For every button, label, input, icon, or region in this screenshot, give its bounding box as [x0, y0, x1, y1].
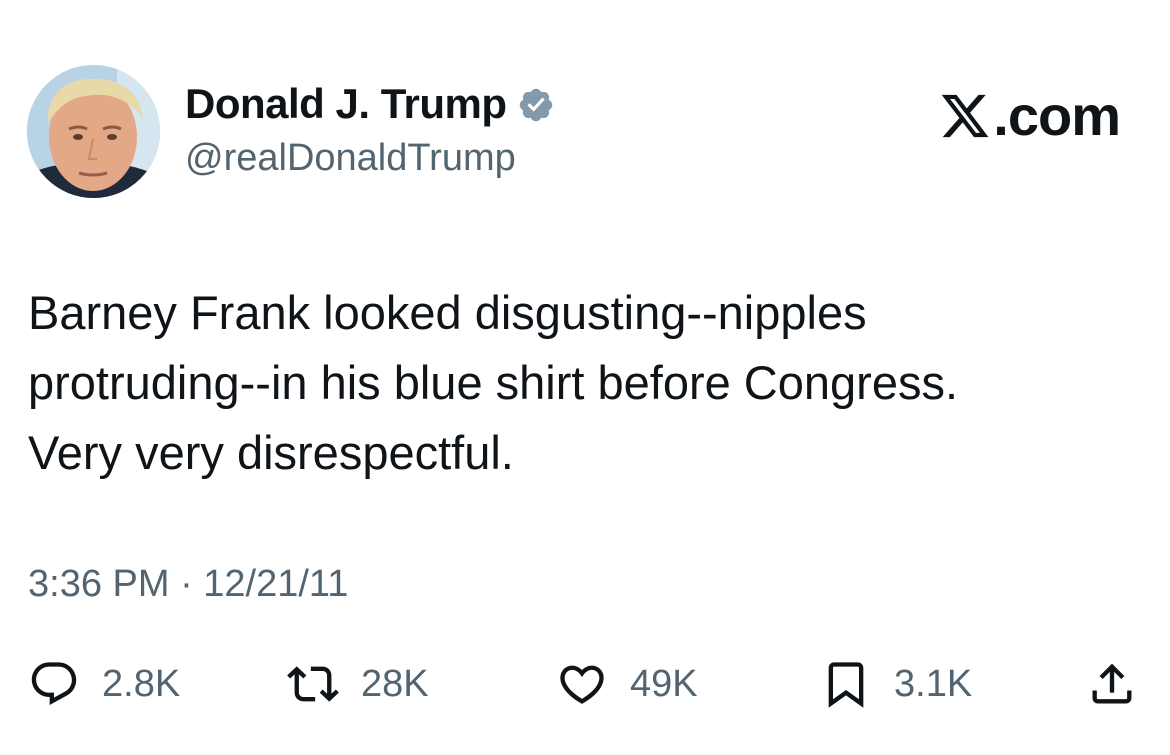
avatar[interactable] — [27, 65, 160, 198]
reply-button[interactable]: 2.8K — [28, 655, 180, 713]
retweet-count: 28K — [361, 663, 429, 705]
brand-suffix: .com — [993, 84, 1121, 147]
bookmark-button[interactable]: 3.1K — [820, 655, 972, 713]
author-handle[interactable]: @realDonaldTrump — [185, 134, 516, 182]
verified-badge-icon — [519, 88, 552, 122]
heart-icon — [560, 665, 604, 704]
avatar-portrait — [27, 65, 160, 198]
x-logo-icon — [942, 94, 989, 138]
x-brand: .com — [939, 84, 1121, 148]
bookmark-icon — [828, 662, 864, 708]
bookmark-count: 3.1K — [894, 663, 973, 705]
retweet-button[interactable]: 28K — [287, 655, 429, 713]
tweet-timestamp[interactable]: 3:36 PM · 12/21/11 — [28, 560, 348, 608]
share-icon — [1092, 663, 1132, 704]
author-name-row[interactable]: Donald J. Trump — [185, 78, 555, 130]
like-button[interactable]: 49K — [556, 655, 698, 713]
tweet-text: Barney Frank looked disgusting--nipples … — [28, 286, 959, 479]
reply-icon — [31, 662, 77, 706]
retweet-icon — [287, 666, 339, 702]
reply-count: 2.8K — [102, 663, 181, 705]
share-button[interactable] — [1086, 655, 1138, 713]
display-name[interactable]: Donald J. Trump — [185, 78, 507, 130]
like-count: 49K — [630, 663, 698, 705]
